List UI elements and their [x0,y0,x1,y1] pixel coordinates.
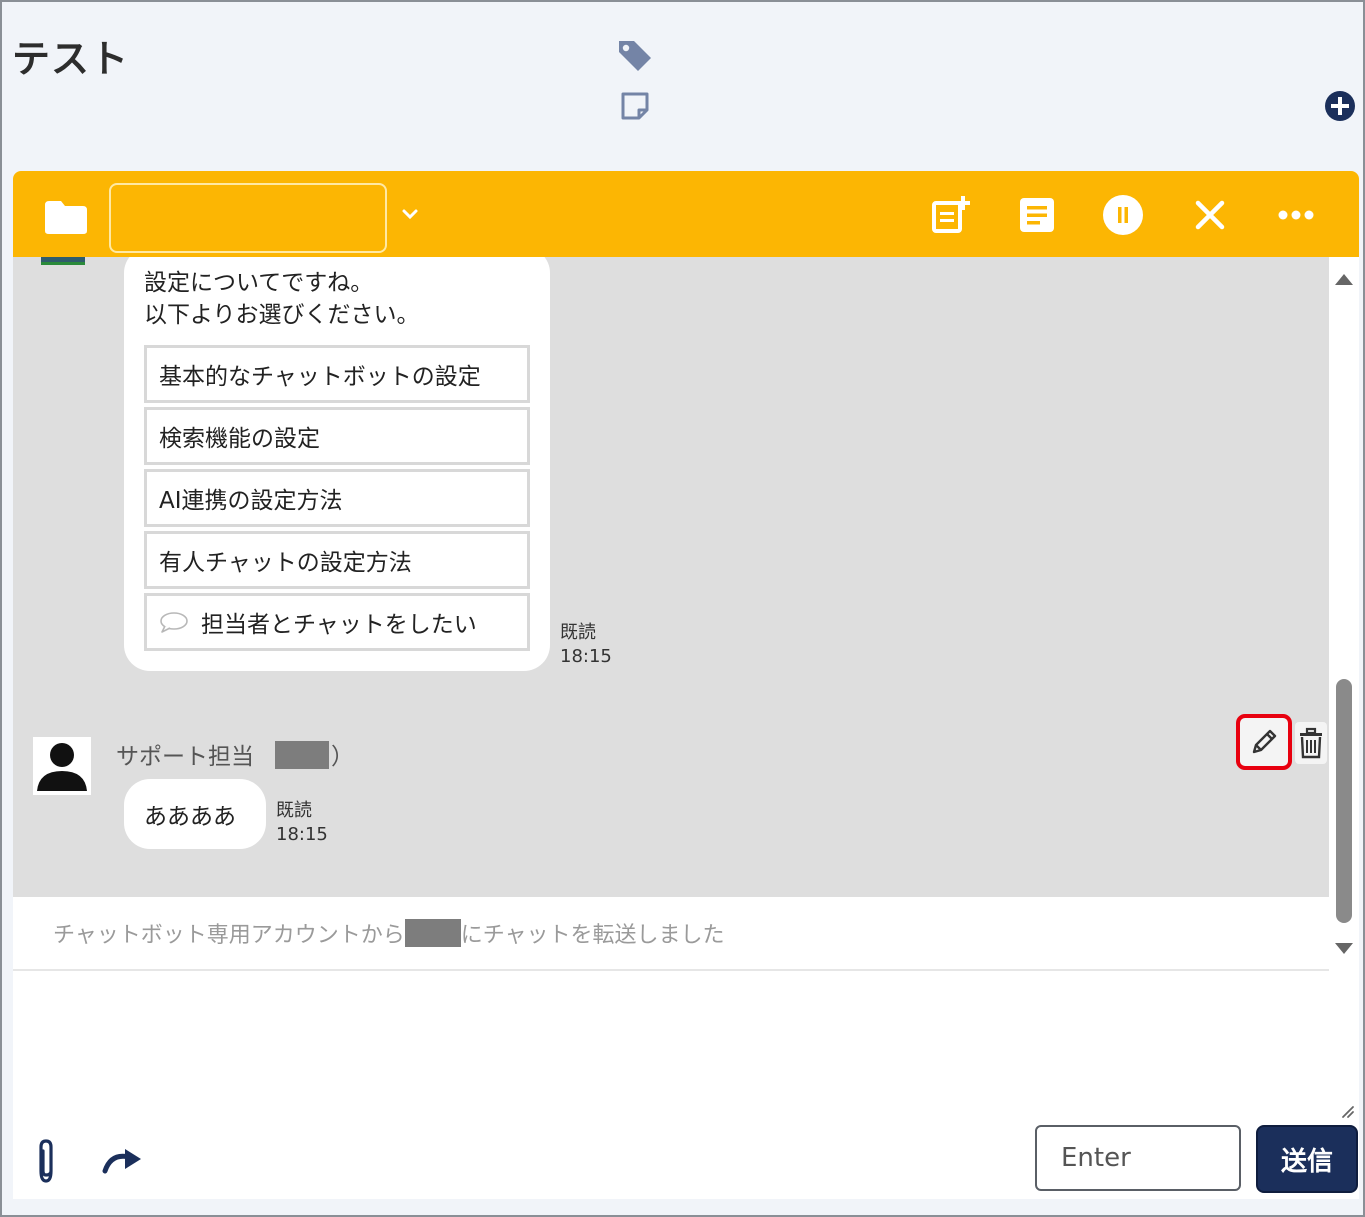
user-message-text: ああああ [144,804,236,830]
scroll-up-arrow-icon[interactable] [1333,271,1355,287]
app-frame: テスト 設定についてですね。 以下よりお選びください。 基本的なチャットボットの… [0,0,1365,1217]
chevron-down-icon[interactable] [401,207,419,221]
choice-list: 基本的なチャットボットの設定 検索機能の設定 AI連携の設定方法 有人チャットの… [144,345,530,655]
edit-message-button[interactable] [1236,714,1292,770]
chat-panel: 設定についてですね。 以下よりお選びください。 基本的なチャットボットの設定 検… [13,171,1359,1199]
close-icon [1195,200,1225,230]
bot-message-bubble: 設定についてですね。 以下よりお選びください。 基本的なチャットボットの設定 検… [124,257,550,671]
folder-icon[interactable] [43,199,89,235]
memo-button[interactable] [1015,193,1059,237]
read-status: 既読 [276,800,312,821]
bot-avatar [41,257,85,265]
pause-button[interactable] [1101,193,1145,237]
delete-message-button[interactable] [1295,722,1327,764]
read-status: 既読 [560,622,596,643]
page-title: テスト [12,37,130,81]
redo-arrow-icon[interactable] [101,1143,147,1177]
scrollbar-thumb[interactable] [1336,679,1352,923]
add-note-button[interactable] [929,193,973,237]
tag-icon[interactable] [616,38,654,72]
scroll-down-arrow-icon[interactable] [1333,941,1355,957]
sender-name-paren: ） [331,744,354,770]
redacted-block [404,919,461,947]
resize-handle-icon[interactable] [1339,1103,1355,1119]
sticky-note-icon[interactable] [619,90,651,122]
pause-icon [1103,195,1143,235]
more-icon [1278,210,1314,220]
message-time: 18:15 [276,824,328,845]
system-notice: チャットボット専用アカウントから にチャットを転送しました [13,897,1329,971]
choice-live-chat-settings[interactable]: 有人チャットの設定方法 [144,531,530,589]
send-button[interactable]: 送信 [1256,1125,1358,1193]
add-note-icon [932,196,970,233]
pencil-icon [1252,729,1277,754]
chat-toolbar [13,171,1359,257]
user-message-bubble: ああああ [124,779,266,849]
close-chat-button[interactable] [1188,193,1232,237]
bot-message-text: 設定についてですね。 以下よりお選びください。 [144,267,420,331]
choice-search-settings[interactable]: 検索機能の設定 [144,407,530,465]
message-input[interactable] [13,971,1359,1111]
message-time: 18:15 [560,646,612,667]
choice-chat-with-staff[interactable]: 担当者とチャットをしたい [144,593,530,651]
choice-basic-chatbot-settings[interactable]: 基本的なチャットボットの設定 [144,345,530,403]
bot-message-line: 以下よりお選びください。 [144,302,420,328]
paperclip-icon[interactable] [31,1137,61,1185]
user-avatar-icon [33,737,91,795]
sender-name: サポート担当（ [116,744,293,770]
chat-history[interactable]: 設定についてですね。 以下よりお選びください。 基本的なチャットボットの設定 検… [13,257,1329,897]
more-button[interactable] [1274,193,1318,237]
plus-circle-icon[interactable] [1324,90,1356,122]
memo-icon [1020,198,1054,232]
bot-message-meta: 既読 18:15 [560,621,612,669]
enter-mode-select[interactable]: Enter [1035,1125,1241,1191]
speech-bubble-icon [160,612,188,633]
bot-message-line: 設定についてですね。 [144,270,374,296]
choice-ai-integration[interactable]: AI連携の設定方法 [144,469,530,527]
trash-icon [1300,727,1322,759]
user-message-meta: 既読 18:15 [276,799,328,847]
redacted-block [275,741,329,769]
folder-select[interactable] [109,183,387,253]
